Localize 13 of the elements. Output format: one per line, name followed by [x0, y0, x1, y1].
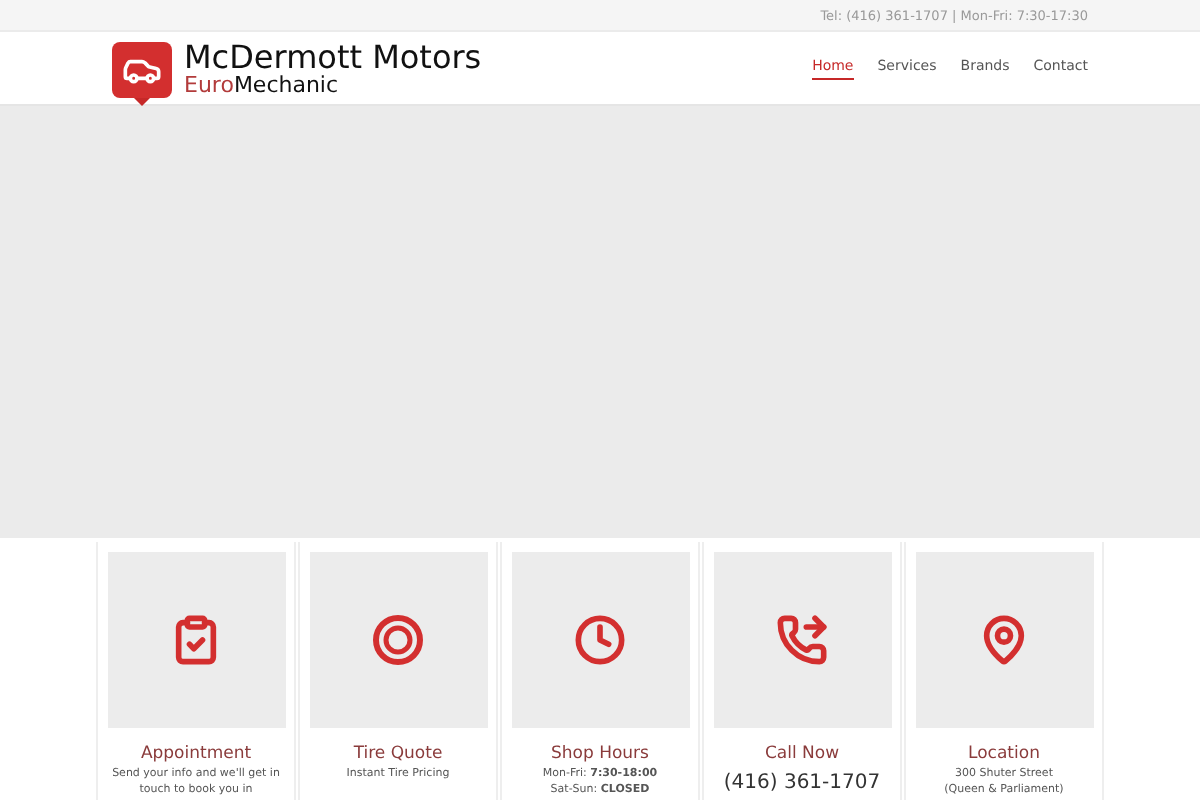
- clipboard-check-icon: [170, 614, 222, 666]
- phone-number: (416) 361-1707: [723, 772, 881, 794]
- map-pin-icon: [978, 614, 1030, 666]
- card-title: Location: [968, 744, 1040, 764]
- card-title: Shop Hours: [551, 744, 649, 764]
- card-title: Appointment: [140, 744, 252, 764]
- tire-icon: [372, 614, 424, 666]
- brand-name: McDermott Motors: [184, 41, 482, 73]
- card-title: Tire Quote: [353, 744, 443, 764]
- brand-tagline: EuroMechanic: [184, 73, 341, 95]
- phone-icon: [776, 614, 828, 666]
- clock-icon: [574, 614, 626, 666]
- card-title: Call Now: [764, 744, 840, 764]
